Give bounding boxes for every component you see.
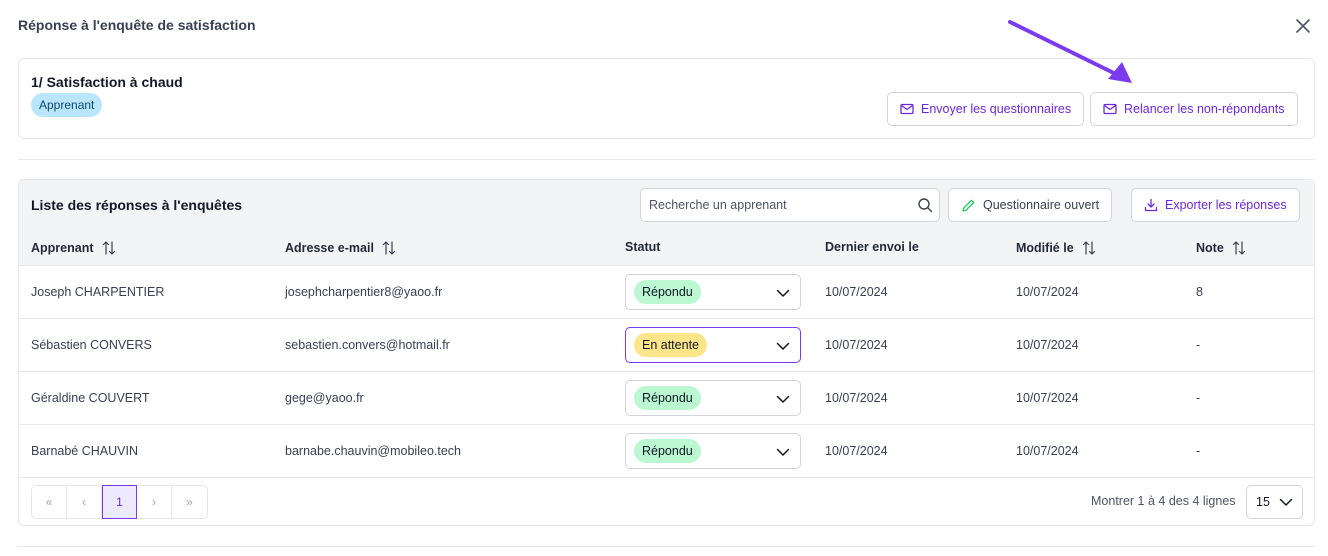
close-icon[interactable]	[1294, 17, 1312, 35]
last-sent-date: 10/07/2024	[825, 391, 888, 405]
column-header-label: Apprenant	[31, 241, 94, 255]
table-row: Joseph CHARPENTIER josephcharpentier8@ya…	[19, 266, 1314, 319]
last-sent-date: 10/07/2024	[825, 338, 888, 352]
survey-card: 1/ Satisfaction à chaud Apprenant Envoye…	[18, 58, 1315, 139]
export-responses-button[interactable]: Exporter les réponses	[1131, 188, 1300, 222]
responses-table: Liste des réponses à l'enquêtes Question…	[18, 179, 1315, 526]
page-size-value: 15	[1256, 495, 1270, 509]
status-badge: En attente	[634, 333, 707, 357]
chevron-down-icon	[776, 342, 790, 350]
modified-date: 10/07/2024	[1016, 391, 1079, 405]
learner-email: sebastien.convers@hotmail.fr	[285, 338, 450, 352]
chevron-down-icon	[776, 395, 790, 403]
sort-icon[interactable]	[382, 240, 396, 256]
column-header-modified[interactable]: Modifié le	[1016, 240, 1096, 256]
score-value: -	[1196, 338, 1201, 352]
audience-tag: Apprenant	[31, 93, 103, 117]
learner-email: gege@yaoo.fr	[285, 391, 364, 405]
status-select[interactable]: Répondu	[625, 380, 801, 416]
open-questionnaire-button[interactable]: Questionnaire ouvert	[948, 188, 1113, 222]
open-questionnaire-label: Questionnaire ouvert	[983, 198, 1100, 212]
rows-info: Montrer 1 à 4 des 4 lignes	[1091, 494, 1236, 508]
learner-email: barnabe.chauvin@mobileo.tech	[285, 444, 461, 458]
search-box	[640, 188, 940, 222]
divider	[18, 546, 1315, 547]
pencil-icon	[962, 199, 975, 212]
column-header-last-sent: Dernier envoi le	[825, 240, 919, 254]
learner-name: Joseph CHARPENTIER	[31, 285, 165, 299]
chevron-down-icon	[1279, 498, 1293, 506]
export-responses-label: Exporter les réponses	[1165, 198, 1287, 212]
status-select[interactable]: Répondu	[625, 433, 801, 469]
send-questionnaires-button[interactable]: Envoyer les questionnaires	[887, 92, 1085, 126]
status-select[interactable]: En attente	[625, 327, 801, 363]
pagination: « ‹ 1 › »	[31, 485, 208, 519]
modal-title: Réponse à l'enquête de satisfaction	[18, 17, 256, 33]
chevron-down-icon	[776, 289, 790, 297]
search-input[interactable]	[641, 189, 901, 221]
search-icon[interactable]	[917, 197, 933, 213]
learner-name: Géraldine COUVERT	[31, 391, 150, 405]
remind-non-respondents-label: Relancer les non-répondants	[1124, 102, 1285, 116]
table-row: Barnabé CHAUVIN barnabe.chauvin@mobileo.…	[19, 425, 1314, 478]
column-header-label: Adresse e-mail	[285, 241, 374, 255]
column-header-email[interactable]: Adresse e-mail	[285, 240, 396, 256]
column-header-learner[interactable]: Apprenant	[31, 240, 116, 256]
status-badge: Répondu	[634, 280, 701, 304]
page-size-select[interactable]: 15	[1246, 485, 1303, 519]
status-badge: Répondu	[634, 386, 701, 410]
sort-icon[interactable]	[102, 240, 116, 256]
column-header-label: Statut	[625, 240, 661, 254]
score-value: 8	[1196, 285, 1203, 299]
table-row: Sébastien CONVERS sebastien.convers@hotm…	[19, 319, 1314, 372]
table-row: Géraldine COUVERT gege@yaoo.fr Répondu 1…	[19, 372, 1314, 425]
last-sent-date: 10/07/2024	[825, 444, 888, 458]
column-header-status: Statut	[625, 240, 660, 254]
divider	[18, 159, 1315, 160]
mail-icon	[1103, 103, 1117, 115]
chevron-down-icon	[776, 448, 790, 456]
score-value: -	[1196, 444, 1201, 458]
send-questionnaires-label: Envoyer les questionnaires	[921, 102, 1072, 116]
table-header: Liste des réponses à l'enquêtes Question…	[19, 180, 1314, 266]
remind-non-respondents-button[interactable]: Relancer les non-répondants	[1090, 92, 1298, 126]
last-page-button[interactable]: »	[172, 486, 207, 518]
modified-date: 10/07/2024	[1016, 285, 1079, 299]
score-value: -	[1196, 391, 1201, 405]
learner-email: josephcharpentier8@yaoo.fr	[285, 285, 443, 299]
status-badge: Répondu	[634, 439, 701, 463]
first-page-button[interactable]: «	[32, 486, 67, 518]
learner-name: Sébastien CONVERS	[31, 338, 152, 352]
modified-date: 10/07/2024	[1016, 338, 1079, 352]
column-header-score[interactable]: Note	[1196, 240, 1246, 256]
status-select[interactable]: Répondu	[625, 274, 801, 310]
mail-icon	[900, 103, 914, 115]
sort-icon[interactable]	[1232, 240, 1246, 256]
column-header-label: Note	[1196, 241, 1224, 255]
next-page-button[interactable]: ›	[137, 486, 172, 518]
learner-name: Barnabé CHAUVIN	[31, 444, 138, 458]
modified-date: 10/07/2024	[1016, 444, 1079, 458]
download-icon	[1144, 198, 1158, 212]
survey-title: 1/ Satisfaction à chaud	[31, 74, 183, 90]
last-sent-date: 10/07/2024	[825, 285, 888, 299]
sort-icon[interactable]	[1082, 240, 1096, 256]
previous-page-button[interactable]: ‹	[67, 486, 102, 518]
page-button-current[interactable]: 1	[102, 485, 137, 519]
column-header-label: Dernier envoi le	[825, 240, 919, 254]
column-header-label: Modifié le	[1016, 241, 1074, 255]
table-title: Liste des réponses à l'enquêtes	[31, 197, 243, 213]
